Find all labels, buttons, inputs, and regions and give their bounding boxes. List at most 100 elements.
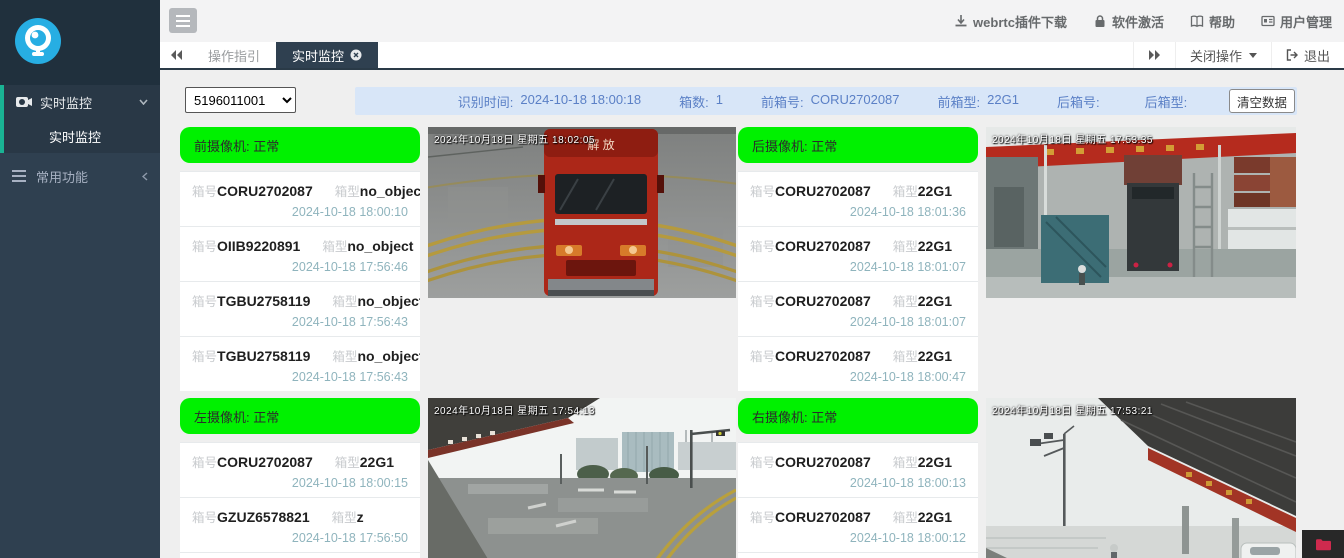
tab-live-monitor[interactable]: 实时监控 [276, 42, 378, 68]
left-camera-video[interactable]: 2024年10月18日 星期五 17:54:13 [428, 398, 736, 558]
floating-widget[interactable] [1302, 530, 1344, 558]
recognition-info-bar: 识别时间:2024-10-18 18:00:18 箱数:1 前箱号:CORU27… [355, 87, 1297, 115]
record-time: 2024-10-18 17:56:43 [292, 370, 408, 384]
video-timestamp-overlay: 2024年10月18日 星期五 17:54:13 [434, 402, 595, 417]
right-camera-records: 箱号CORU2702087箱型22G1 2024-10-18 18:00:13 … [738, 442, 978, 558]
webrtc-download-link[interactable]: webrtc插件下载 [954, 12, 1067, 31]
logo-area [0, 0, 160, 85]
record-time: 2024-10-18 18:01:36 [850, 205, 966, 219]
record-row: 箱号CORU2702087箱型22G1 2024-10-18 18:00:47 [738, 337, 978, 391]
list-icon [12, 169, 28, 183]
front-camera-status: 前摄像机: 正常 [180, 127, 420, 163]
close-operations-dropdown[interactable]: 关闭操作 [1175, 42, 1271, 68]
record-row: 箱号CORU2702087箱型22G1 2024-10-18 18:00:12 [738, 498, 978, 553]
link-label: 帮助 [1209, 12, 1235, 31]
tabs-scroll-right-button[interactable] [1133, 42, 1175, 68]
record-time: 2024-10-18 18:00:47 [850, 370, 966, 384]
record-time: 2024-10-18 18:01:07 [850, 260, 966, 274]
front-camera-panel: 前摄像机: 正常 箱号CORU2702087箱型no_object 2024-1… [180, 127, 420, 391]
left-camera-status: 左摄像机: 正常 [180, 398, 420, 434]
sidebar-toggle-button[interactable] [169, 8, 197, 33]
rear-camera-panel: 后摄像机: 正常 箱号CORU2702087箱型22G1 2024-10-18 … [738, 127, 978, 391]
video-timestamp-overlay: 2024年10月18日 星期五 17:53:35 [992, 131, 1153, 146]
main-content: 5196011001 识别时间:2024-10-18 18:00:18 箱数:1… [160, 72, 1344, 558]
link-label: 用户管理 [1280, 12, 1332, 31]
record-row: 箱号CORU2702087箱型22G1 2024-10-18 18:01:07 [738, 227, 978, 282]
record-row: 箱号CORU2702087箱型22G1 2024-10-18 18:01:07 [738, 282, 978, 337]
logout-button[interactable]: 退出 [1271, 42, 1344, 68]
sidebar-item-common-functions[interactable]: 常用功能 [0, 159, 160, 193]
rear-camera-video[interactable]: 2024年10月18日 星期五 17:53:35 [986, 127, 1296, 298]
sidebar-group-live-monitor: 实时监控 实时监控 [0, 85, 160, 153]
record-row: 箱号TGBU2758119箱型no_object 2024-10-18 17:5… [180, 282, 420, 337]
video-timestamp-overlay: 2024年10月18日 星期五 17:53:21 [992, 402, 1153, 417]
rear-box-type-field: 后箱型: [1145, 92, 1195, 111]
user-management-link[interactable]: 用户管理 [1261, 12, 1332, 31]
sidebar-item-live-monitor[interactable]: 实时监控 [4, 85, 160, 119]
record-time: 2024-10-18 17:56:46 [292, 260, 408, 274]
top-bar: webrtc插件下载 软件激活 帮助 用户管理 [160, 0, 1344, 42]
rear-camera-records: 箱号CORU2702087箱型22G1 2024-10-18 18:01:36 … [738, 171, 978, 391]
record-row: 箱号CORU2702087箱型no_object 2024-10-18 18:0… [180, 172, 420, 227]
id-card-icon [1261, 14, 1275, 28]
sidebar-item-label: 常用功能 [36, 167, 88, 186]
record-time: 2024-10-18 17:56:50 [292, 531, 408, 545]
right-camera-panel: 右摄像机: 正常 箱号CORU2702087箱型22G1 2024-10-18 … [738, 398, 978, 558]
record-time: 2024-10-18 18:00:12 [850, 531, 966, 545]
left-camera-panel: 左摄像机: 正常 箱号CORU2702087箱型22G1 2024-10-18 … [180, 398, 420, 558]
double-chevron-right-icon [1148, 50, 1161, 60]
download-icon [954, 14, 968, 28]
record-row-partial [738, 553, 978, 558]
red-truck: 解 放 [538, 129, 664, 296]
front-box-type-field: 前箱型:22G1 [938, 92, 1019, 111]
app-logo-webcam-icon [14, 17, 62, 65]
link-label: 软件激活 [1112, 12, 1164, 31]
record-time: 2024-10-18 18:00:10 [292, 205, 408, 219]
sidebar: 实时监控 实时监控 常用功能 [0, 0, 160, 558]
logout-icon [1286, 49, 1299, 61]
record-row: 箱号OIIB9220891箱型no_object 2024-10-18 17:5… [180, 227, 420, 282]
chevron-left-icon [142, 172, 148, 181]
help-link[interactable]: 帮助 [1190, 12, 1235, 31]
software-activate-link[interactable]: 软件激活 [1093, 12, 1164, 31]
left-video-scene [428, 398, 736, 558]
record-row: 箱号TGBU2758119箱型no_object 2024-10-18 17:5… [180, 337, 420, 391]
sidebar-subitem-label: 实时监控 [49, 127, 101, 146]
record-row: 箱号CORU2702087箱型22G1 2024-10-18 18:00:13 [738, 443, 978, 498]
right-camera-status: 右摄像机: 正常 [738, 398, 978, 434]
tab-bar-right: 关闭操作 退出 [1133, 42, 1344, 68]
tab-label: 实时监控 [292, 46, 344, 65]
chevron-down-icon [139, 99, 148, 105]
box-count-field: 箱数:1 [679, 92, 723, 111]
tabs-scroll-left-button[interactable] [160, 42, 192, 68]
red-folder-icon [1315, 538, 1332, 551]
recognize-time-field: 识别时间:2024-10-18 18:00:18 [458, 92, 641, 111]
front-video-scene: 解 放 [428, 127, 736, 298]
link-label: webrtc插件下载 [973, 12, 1067, 31]
top-links: webrtc插件下载 软件激活 帮助 用户管理 [954, 0, 1332, 42]
double-chevron-left-icon [170, 50, 183, 60]
record-time: 2024-10-18 18:00:13 [850, 476, 966, 490]
front-camera-records: 箱号CORU2702087箱型no_object 2024-10-18 18:0… [180, 171, 420, 391]
front-box-no-field: 前箱号:CORU2702087 [761, 92, 900, 111]
tab-operation-guide[interactable]: 操作指引 [192, 42, 276, 68]
front-camera-video[interactable]: 解 放 2024年10月18日 星期五 18:02:05 [428, 127, 736, 298]
tab-label: 操作指引 [208, 46, 260, 65]
close-operations-label: 关闭操作 [1190, 46, 1242, 65]
rear-video-scene [986, 127, 1296, 298]
clear-data-button[interactable]: 清空数据 [1229, 89, 1295, 113]
rear-box-no-field: 后箱号: [1057, 92, 1107, 111]
record-row-partial [180, 553, 420, 558]
right-camera-video[interactable]: 2024年10月18日 星期五 17:53:21 [986, 398, 1296, 558]
video-timestamp-overlay: 2024年10月18日 星期五 18:02:05 [434, 131, 595, 146]
record-time: 2024-10-18 18:00:15 [292, 476, 408, 490]
left-camera-records: 箱号CORU2702087箱型22G1 2024-10-18 18:00:15 … [180, 442, 420, 558]
record-row: 箱号GZUZ6578821箱型z 2024-10-18 17:56:50 [180, 498, 420, 553]
sidebar-subitem-live-monitor[interactable]: 实时监控 [4, 119, 160, 153]
record-row: 箱号CORU2702087箱型22G1 2024-10-18 18:01:36 [738, 172, 978, 227]
channel-select[interactable]: 5196011001 [185, 87, 296, 113]
sidebar-item-label: 实时监控 [40, 93, 92, 112]
lock-icon [1093, 14, 1107, 28]
tab-bar: 操作指引 实时监控 关闭操作 退出 [160, 42, 1344, 70]
close-tab-icon[interactable] [350, 49, 362, 61]
